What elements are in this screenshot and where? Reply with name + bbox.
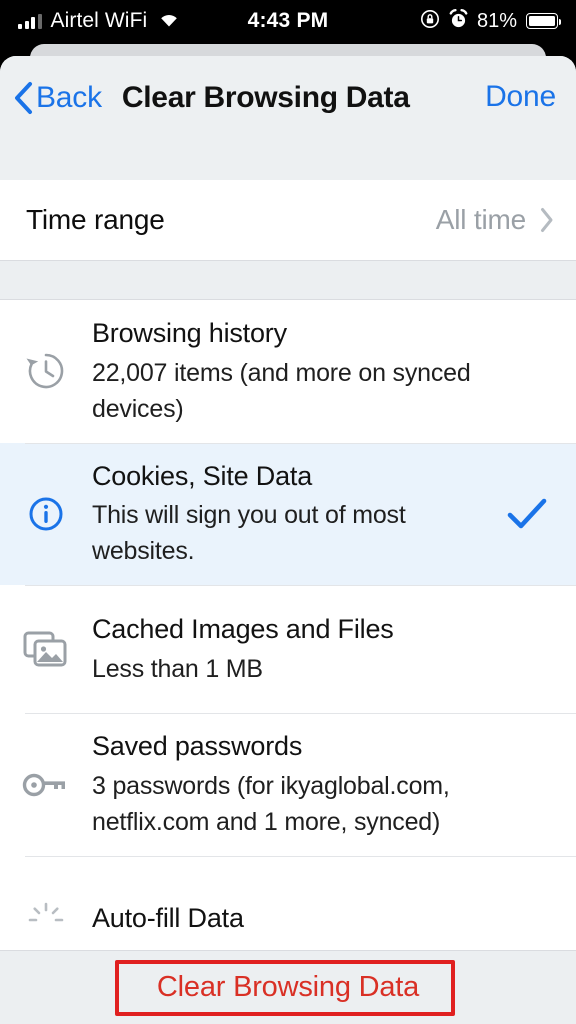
battery-icon: [526, 13, 561, 29]
list-item-saved-passwords[interactable]: Saved passwords 3 passwords (for ikyaglo…: [0, 713, 576, 856]
row-subtitle: This will sign you out of most websites.: [92, 501, 406, 566]
chevron-right-icon: [540, 207, 554, 233]
navigation-bar: Back Clear Browsing Data Done: [0, 56, 576, 180]
battery-percent-label: 81%: [476, 9, 517, 32]
phone-screen: Airtel WiFi 4:43 PM 81% Back Clear Brows…: [0, 0, 576, 1024]
page-title: Clear Browsing Data: [121, 81, 410, 114]
row-text: Cookies, Site Data This will sign you ou…: [92, 459, 498, 570]
chevron-left-icon: [12, 80, 34, 116]
row-title: Browsing history: [92, 318, 287, 348]
status-bar: Airtel WiFi 4:43 PM 81%: [0, 0, 576, 42]
list-item-cookies-site-data[interactable]: Cookies, Site Data This will sign you ou…: [0, 442, 576, 586]
row-subtitle: Less than 1 MB: [92, 654, 263, 683]
done-button[interactable]: Done: [485, 80, 576, 114]
row-text: Auto-fill Data: [92, 901, 498, 940]
row-title: Auto-fill Data: [92, 902, 244, 933]
history-icon: [0, 348, 92, 394]
row-title: Saved passwords: [92, 731, 303, 762]
row-separator: [25, 855, 576, 857]
time-range-value-group: All time: [436, 204, 554, 236]
status-bar-right: 81%: [420, 8, 561, 34]
data-type-list: Browsing history 22,007 items (and more …: [0, 300, 576, 984]
back-button[interactable]: Back: [0, 80, 102, 116]
row-subtitle: 22,007 items (and more on synced devices…: [92, 358, 471, 423]
signal-bars-icon: [18, 13, 42, 29]
time-range-value: All time: [435, 204, 526, 235]
section-divider: [0, 260, 576, 300]
row-separator: [25, 442, 576, 444]
time-range-row[interactable]: Time range All time: [0, 180, 576, 260]
autofill-icon: [0, 898, 92, 942]
row-text: Saved passwords 3 passwords (for ikyaglo…: [92, 729, 498, 840]
carrier-label: Airtel WiFi: [50, 9, 148, 32]
rotation-lock-icon: [420, 9, 440, 34]
clear-browsing-data-button[interactable]: Clear Browsing Data: [157, 971, 419, 1004]
settings-sheet: Back Clear Browsing Data Done Time range…: [0, 56, 576, 1024]
cached-images-icon: [0, 628, 92, 670]
row-title: Cookies, Site Data: [92, 460, 313, 491]
status-bar-left: Airtel WiFi: [18, 9, 182, 33]
row-separator: [25, 713, 576, 715]
key-icon: [0, 770, 92, 800]
wifi-icon: [156, 9, 182, 33]
row-title: Cached Images and Files: [92, 613, 394, 644]
back-button-label: Back: [36, 81, 102, 114]
time-range-label: Time range: [26, 204, 165, 235]
row-text: Cached Images and Files Less than 1 MB: [92, 612, 498, 687]
row-separator: [25, 585, 576, 587]
footer-bar: Clear Browsing Data: [0, 950, 576, 1024]
alarm-clock-icon: [449, 8, 468, 34]
checkmark-icon: [498, 497, 556, 531]
list-item-cached-images-and-files[interactable]: Cached Images and Files Less than 1 MB: [0, 585, 576, 714]
list-item-browsing-history[interactable]: Browsing history 22,007 items (and more …: [0, 300, 576, 443]
row-subtitle: 3 passwords (for ikyaglobal.com, netflix…: [92, 771, 450, 836]
info-circle-icon: [0, 492, 92, 536]
row-text: Browsing history 22,007 items (and more …: [92, 316, 498, 427]
